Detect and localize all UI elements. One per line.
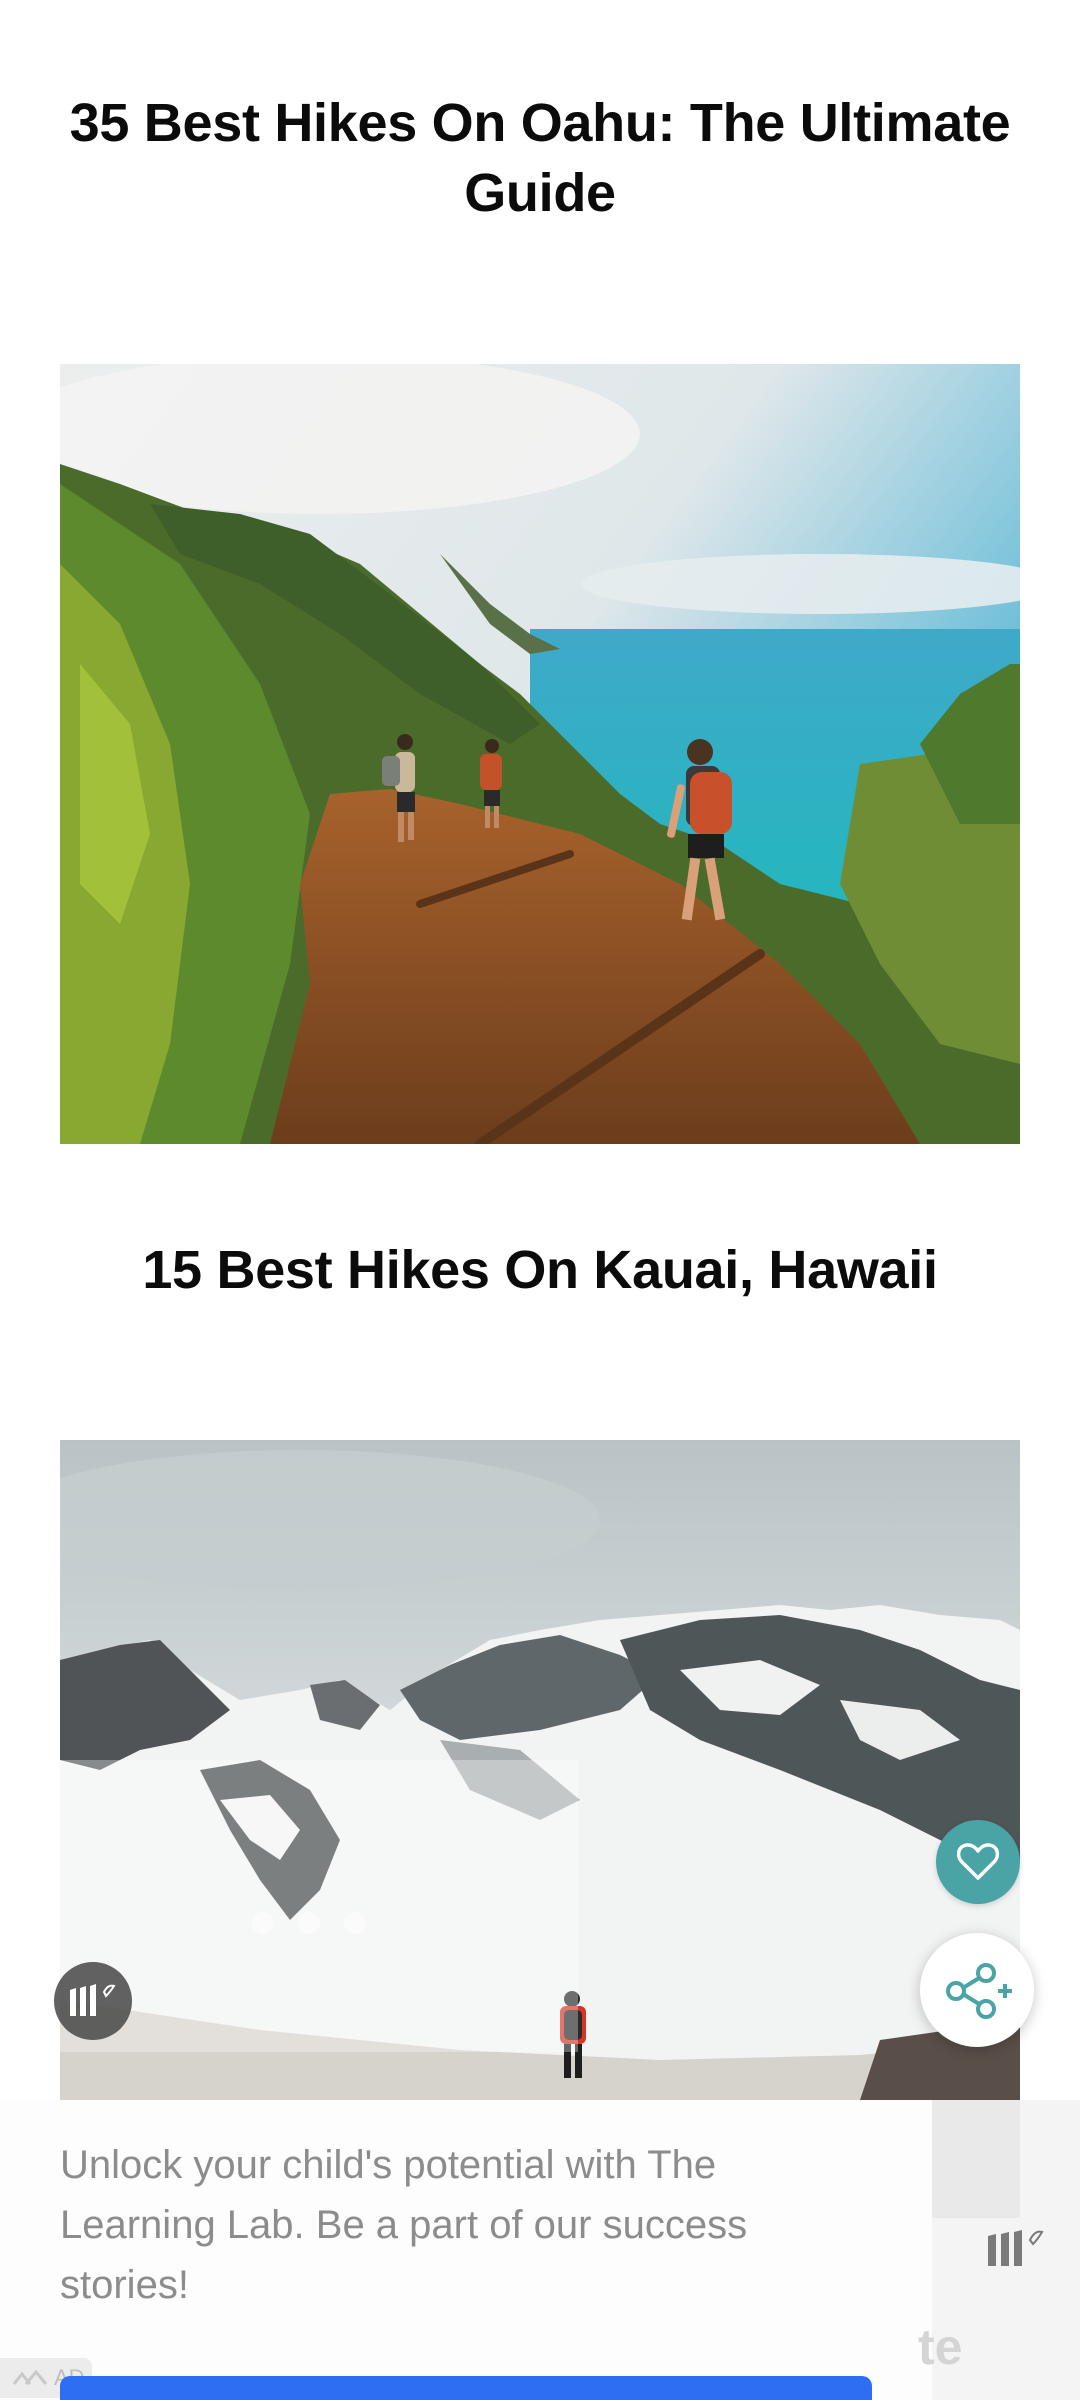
- post-image-oahu[interactable]: [60, 364, 1020, 1144]
- share-plus-icon: [946, 1963, 1012, 2019]
- share-button[interactable]: [920, 1933, 1034, 2047]
- post-title-oahu[interactable]: 35 Best Hikes On Oahu: The Ultimate Guid…: [40, 88, 1040, 228]
- favorite-button[interactable]: [936, 1820, 1020, 1904]
- ad-text[interactable]: Unlock your child's potential with The L…: [60, 2135, 880, 2315]
- ad-side-text: te: [918, 2319, 963, 2375]
- ad-cta-button[interactable]: [60, 2376, 872, 2400]
- carousel-dot: [252, 1912, 274, 1934]
- ad-thumbnail: [932, 2100, 1020, 2218]
- carousel-dot: [344, 1912, 366, 1934]
- mediavine-logo-icon: [986, 2226, 1050, 2273]
- post-title-kauai[interactable]: 15 Best Hikes On Kauai, Hawaii: [40, 1235, 1040, 1305]
- hikers-on-coastal-cliff-trail-photo: [60, 364, 1020, 1144]
- mediavine-logo-icon[interactable]: [54, 1962, 132, 2040]
- ad-choices-icon: [12, 2370, 48, 2385]
- article-list-page: 35 Best Hikes On Oahu: The Ultimate Guid…: [0, 0, 1080, 2400]
- heart-icon: [956, 1843, 1000, 1880]
- carousel-dot: [298, 1912, 320, 1934]
